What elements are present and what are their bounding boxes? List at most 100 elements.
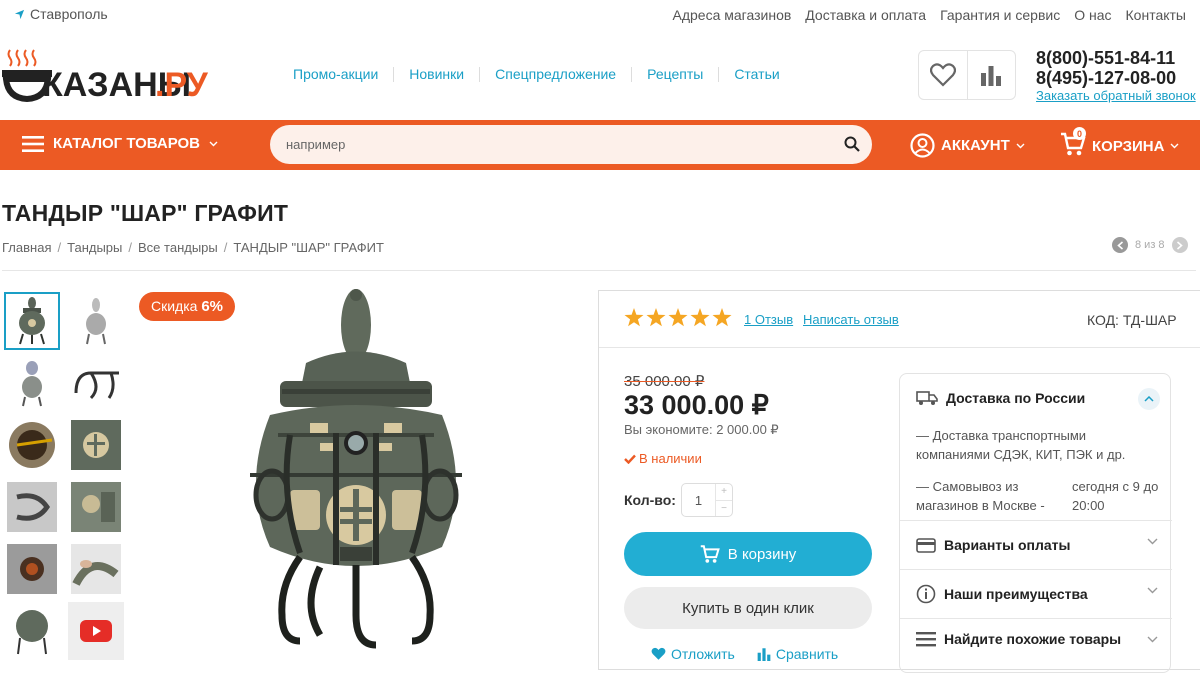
thumbnail-4[interactable] [68,354,124,412]
top-links: Адреса магазинов Доставка и оплата Гаран… [673,7,1187,23]
add-to-cart-button[interactable]: В корзину [624,532,872,576]
star-icon [624,308,644,327]
thumbnail-hands-image [71,544,121,594]
thumbnail-inside-image [7,544,57,594]
discount-value: 6% [201,298,224,315]
link-warranty[interactable]: Гарантия и сервис [940,7,1060,23]
youtube-play-icon [80,620,112,642]
city-selector[interactable]: Ставрополь [14,6,108,22]
chevron-down-icon [1016,143,1025,148]
phone-1[interactable]: 8(800)-551-84-11 [1036,48,1196,68]
thumbnail-3[interactable] [4,354,60,412]
checkmark-icon [624,454,636,464]
link-delivery[interactable]: Доставка и оплата [805,7,926,23]
catalog-label: КАТАЛОГ ТОВАРОВ [53,135,201,152]
site-logo[interactable]: КАЗАНЫ .РУ [2,46,212,118]
breadcrumb-home[interactable]: Главная [2,240,51,255]
postpone-label: Отложить [671,646,735,662]
cart-count-badge: 0 [1073,127,1086,140]
chevron-down-icon [209,141,218,146]
quantity-input[interactable] [682,484,716,516]
main-product-image[interactable] [130,285,570,661]
quantity-increase-button[interactable]: + [716,484,732,501]
heart-icon [651,647,666,660]
thumbnail-10[interactable] [68,540,124,598]
quantity-decrease-button[interactable]: − [716,501,732,517]
product-pager: 8 из 8 [1112,237,1188,253]
one-click-buy-button[interactable]: Купить в один клик [624,587,872,629]
breadcrumb-current: ТАНДЫР "ШАР" ГРАФИТ [233,240,384,255]
cart-label: КОРЗИНА [1092,137,1165,155]
savings-text: Вы экономите: 2 000.00 ₽ [624,422,779,437]
chevron-down-icon [1170,143,1179,149]
advantages: Наши преимущества [916,584,1088,604]
thumbnail-8[interactable] [68,478,124,536]
nav-promo[interactable]: Промо-акции [293,67,395,82]
reviews-link[interactable]: 1 Отзыв [744,312,793,327]
thumbnail-9[interactable] [4,540,60,598]
main-toolbar: КАТАЛОГ ТОВАРОВ АККАУНТ 0 КОРЗИНА [0,120,1200,170]
star-icon [690,308,710,327]
breadcrumb-all-tandyry[interactable]: Все тандыры [138,240,218,255]
advantages-row[interactable]: Наши преимущества [900,569,1172,618]
old-price: 35 000.00 ₽ [624,373,705,390]
callback-link[interactable]: Заказать обратный звонок [1036,88,1196,104]
compare-button[interactable] [968,51,1016,99]
logo-text-ru: .РУ [155,66,209,104]
advantages-label: Наши преимущества [944,586,1088,602]
thumbnail-1[interactable] [4,292,60,350]
thumbnail-handle-image [7,482,57,532]
nav-recipes[interactable]: Рецепты [632,67,720,82]
nav-special[interactable]: Спецпредложение [480,67,633,82]
delivery-header[interactable]: Доставка по России [916,390,1085,406]
delivery-collapse-toggle[interactable] [1138,388,1160,410]
payment-options: Варианты оплаты [916,537,1071,553]
search-icon[interactable] [844,136,860,152]
pickup-time: сегодня с 9 до 20:00 [1072,479,1159,513]
similar-products-row[interactable]: Найдите похожие товары [900,618,1172,667]
prev-product-button[interactable] [1112,237,1128,253]
quantity-label: Кол-во: [624,492,676,508]
star-icon [712,308,732,327]
bar-chart-icon [757,648,771,661]
main-nav: Промо-акции Новинки Спецпредложение Реце… [293,67,795,82]
link-stores[interactable]: Адреса магазинов [673,7,792,23]
breadcrumb-tandyry[interactable]: Тандыры [67,240,122,255]
page-title: ТАНДЫР "ШАР" ГРАФИТ [2,200,289,226]
thumbnail-video[interactable] [68,602,124,660]
product-code: КОД: ТД-ШАР [1087,312,1177,328]
search-input[interactable] [286,137,826,152]
link-about[interactable]: О нас [1074,7,1111,23]
star-icon [668,308,688,327]
thumbnail-7[interactable] [4,478,60,536]
phone-2[interactable]: 8(495)-127-08-00 [1036,68,1196,88]
thumbnail-11[interactable] [4,602,60,660]
top-bar: Ставрополь Адреса магазинов Доставка и о… [0,0,1200,30]
payment-options-row[interactable]: Варианты оплаты [900,520,1172,569]
city-name[interactable]: Ставрополь [30,6,108,22]
discount-badge: Скидка 6% [139,292,236,321]
chevron-down-icon [1147,636,1158,643]
account-button[interactable]: АККАУНТ [910,133,1025,158]
postpone-button[interactable]: Отложить [651,646,735,662]
breadcrumb: Главная / Тандыры / Все тандыры / ТАНДЫР… [2,240,384,255]
thumbnail-pattern-image [71,420,121,470]
compare-product-button[interactable]: Сравнить [757,646,838,662]
thumbnail-2[interactable] [68,292,124,350]
thumbnail-opening-image [9,422,55,468]
wishlist-button[interactable] [919,51,968,99]
catalog-button[interactable]: КАТАЛОГ ТОВАРОВ [22,135,218,152]
stock-label: В наличии [639,451,702,466]
product-info-panel: 1 Отзыв Написать отзыв КОД: ТД-ШАР 35 00… [598,290,1200,673]
cart-button[interactable]: 0 КОРЗИНА [1060,127,1179,161]
thumbnail-5[interactable] [4,416,60,474]
write-review-link[interactable]: Написать отзыв [803,312,899,327]
nav-articles[interactable]: Статьи [719,67,794,82]
link-contacts[interactable]: Контакты [1126,7,1186,23]
nav-new[interactable]: Новинки [394,67,481,82]
rating-row: 1 Отзыв Написать отзыв КОД: ТД-ШАР [599,291,1200,348]
next-product-button[interactable] [1171,237,1188,253]
hamburger-icon [22,135,44,152]
thumbnail-6[interactable] [68,416,124,474]
chevron-up-icon [1144,396,1154,402]
